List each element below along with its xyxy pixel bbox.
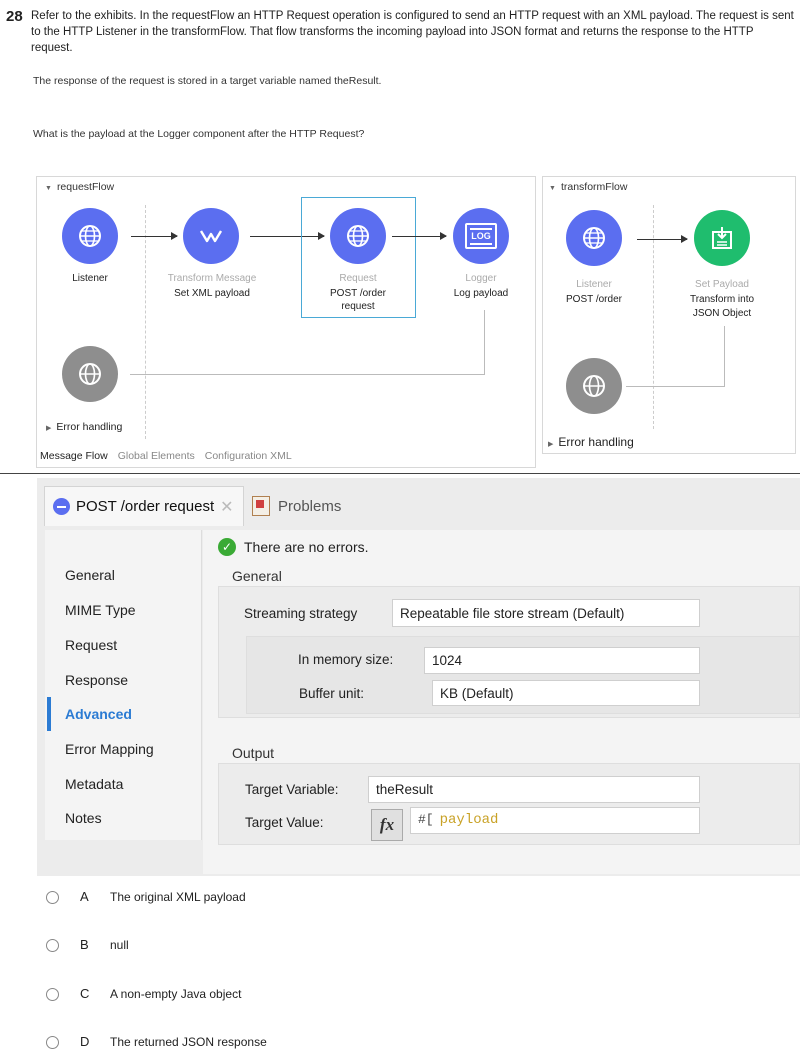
tab-problems[interactable]: Problems xyxy=(252,490,341,522)
nav-metadata[interactable]: Metadata xyxy=(65,776,123,792)
transform-message-component[interactable] xyxy=(183,208,239,264)
flow-source-divider xyxy=(145,205,146,439)
tab-configuration-xml[interactable]: Configuration XML xyxy=(205,450,292,462)
target-variable-input[interactable]: theResult xyxy=(368,776,700,803)
option-d-letter: D xyxy=(80,1034,90,1049)
nav-response[interactable]: Response xyxy=(65,672,128,688)
streaming-strategy-select[interactable]: Repeatable file store stream (Default) xyxy=(392,599,700,627)
return-line xyxy=(724,326,725,386)
request-label-line2: request xyxy=(341,301,375,312)
target-variable-label: Target Variable: xyxy=(245,782,339,797)
buffer-unit-select[interactable]: KB (Default) xyxy=(432,680,700,706)
globe-icon xyxy=(79,225,101,247)
close-icon[interactable]: ✕ xyxy=(220,497,233,517)
http-request-component[interactable] xyxy=(330,208,386,264)
request-type-label: Request xyxy=(339,273,377,284)
target-value-label: Target Value: xyxy=(245,815,324,830)
return-line xyxy=(626,386,725,387)
transform-flow-title: transformFlow xyxy=(560,181,628,193)
return-line xyxy=(130,374,485,375)
general-section-header: General xyxy=(232,568,282,584)
set-payload-type-label: Set Payload xyxy=(695,279,749,290)
option-c-letter: C xyxy=(80,986,90,1001)
output-section-header: Output xyxy=(232,745,275,761)
listener-label: Listener xyxy=(72,273,108,284)
set-payload-label-line1: Transform into xyxy=(689,294,755,305)
transform-icon xyxy=(199,230,223,243)
request-flow-header[interactable]: ▼ requestFlow xyxy=(45,181,114,193)
option-c-text[interactable]: A non-empty Java object xyxy=(110,987,241,1001)
globe-icon xyxy=(79,363,101,385)
globe-icon xyxy=(583,227,605,249)
tab-message-flow[interactable]: Message Flow xyxy=(40,450,108,462)
flow-arrow xyxy=(637,235,688,243)
question-text: Refer to the exhibits. In the requestFlo… xyxy=(31,10,794,54)
option-d-radio[interactable] xyxy=(46,1036,59,1049)
memory-size-label: In memory size: xyxy=(298,652,394,667)
nav-request[interactable]: Request xyxy=(65,637,117,653)
transform-error-handling-toggle[interactable]: ▶ Error handling xyxy=(548,435,634,449)
option-a-letter: A xyxy=(80,889,89,904)
exhibit-divider xyxy=(0,473,800,474)
transform-type-label: Transform Message xyxy=(167,273,257,284)
globe-icon xyxy=(347,225,369,247)
option-b-radio[interactable] xyxy=(46,939,59,952)
transform-listener-label: POST /order xyxy=(566,294,622,305)
expand-triangle-icon: ▶ xyxy=(548,441,554,448)
listener-component[interactable] xyxy=(62,208,118,264)
tab-global-elements[interactable]: Global Elements xyxy=(118,450,195,462)
globe-icon xyxy=(583,375,605,397)
request-label-line1: POST /order xyxy=(330,288,386,299)
set-payload-label-line2: JSON Object xyxy=(692,308,752,319)
transform-error-listener-component[interactable] xyxy=(566,358,622,414)
set-payload-icon xyxy=(712,227,732,249)
flow-arrow xyxy=(392,232,447,240)
nav-advanced[interactable]: Advanced xyxy=(65,706,132,722)
question-number: 28 xyxy=(6,8,23,25)
fx-button[interactable]: fx xyxy=(371,809,403,841)
flow-arrow xyxy=(131,232,178,240)
collapse-triangle-icon: ▼ xyxy=(45,185,52,192)
transform-label: Set XML payload xyxy=(174,288,250,299)
error-listener-component[interactable] xyxy=(62,346,118,402)
transform-flow-header[interactable]: ▼ transformFlow xyxy=(549,181,627,193)
streaming-strategy-label: Streaming strategy xyxy=(244,606,358,621)
log-icon: LOG xyxy=(465,223,497,249)
memory-size-input[interactable]: 1024 xyxy=(424,647,700,674)
logger-component[interactable]: LOG xyxy=(453,208,509,264)
set-payload-component[interactable] xyxy=(694,210,750,266)
error-handling-toggle[interactable]: ▶ Error handling xyxy=(46,421,122,433)
transform-listener-type-label: Listener xyxy=(576,279,612,290)
globe-icon xyxy=(53,498,70,515)
request-flow-title: requestFlow xyxy=(56,181,115,193)
collapse-triangle-icon: ▼ xyxy=(549,185,556,192)
expand-triangle-icon: ▶ xyxy=(46,425,52,432)
logger-label: Log payload xyxy=(453,288,509,299)
option-a-radio[interactable] xyxy=(46,891,59,904)
question-ask: What is the payload at the Logger compon… xyxy=(33,128,365,140)
tab-post-order-request[interactable]: POST /order request ✕ xyxy=(44,486,244,526)
editor-bottom-tabs: Message Flow Global Elements Configuration… xyxy=(40,450,302,462)
question-note: The response of the request is stored in… xyxy=(33,75,382,87)
transform-listener-component[interactable] xyxy=(566,210,622,266)
nav-general[interactable]: General xyxy=(65,567,115,583)
active-nav-indicator xyxy=(47,697,51,731)
option-c-radio[interactable] xyxy=(46,988,59,1001)
nav-notes[interactable]: Notes xyxy=(65,810,102,826)
logger-type-label: Logger xyxy=(465,273,497,284)
nav-error-mapping[interactable]: Error Mapping xyxy=(65,741,154,757)
option-a-text[interactable]: The original XML payload xyxy=(110,890,246,904)
check-icon: ✓ xyxy=(218,538,236,556)
option-b-text[interactable]: null xyxy=(110,938,129,952)
nav-mime-type[interactable]: MIME Type xyxy=(65,602,136,618)
option-d-text[interactable]: The returned JSON response xyxy=(110,1035,267,1049)
option-b-letter: B xyxy=(80,937,89,952)
return-line xyxy=(484,310,485,374)
status-message: ✓ There are no errors. xyxy=(218,538,369,556)
problems-icon xyxy=(252,496,270,516)
target-value-input[interactable]: #[ payload xyxy=(410,807,700,834)
buffer-unit-label: Buffer unit: xyxy=(299,686,365,701)
